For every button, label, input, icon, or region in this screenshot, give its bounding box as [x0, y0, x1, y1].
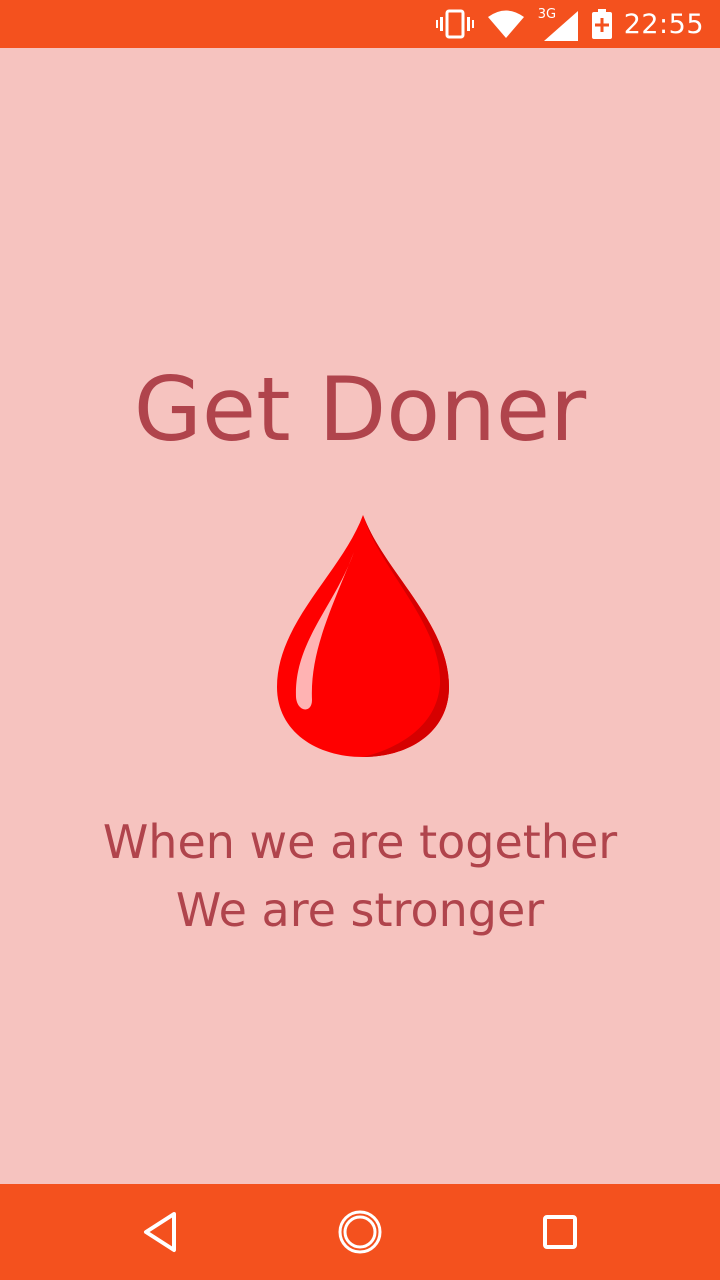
- battery-charging-icon: [591, 9, 612, 39]
- back-button[interactable]: [134, 1206, 186, 1258]
- recents-icon: [543, 1215, 577, 1249]
- tagline-line-1: When we are together: [102, 815, 618, 869]
- cellular-indicator: 3G: [538, 7, 578, 41]
- back-icon: [144, 1212, 176, 1252]
- blood-drop-icon: [277, 515, 449, 757]
- app-title: Get Doner: [133, 358, 587, 461]
- wifi-icon: [487, 10, 524, 38]
- status-bar: 3G 22:55: [0, 0, 720, 48]
- vibrate-icon: [435, 9, 474, 39]
- splash-screen: 3G 22:55 Get Doner When we are together …: [0, 0, 720, 1280]
- status-icons: 3G 22:55: [422, 0, 704, 48]
- recents-button[interactable]: [534, 1206, 586, 1258]
- tagline-line-2: We are stronger: [175, 883, 545, 937]
- home-button[interactable]: [334, 1206, 386, 1258]
- home-icon: [338, 1210, 382, 1254]
- signal-icon: [543, 11, 578, 41]
- tagline: When we are together We are stronger: [0, 808, 720, 944]
- status-clock: 22:55: [623, 8, 704, 40]
- navigation-bar: [0, 1184, 720, 1280]
